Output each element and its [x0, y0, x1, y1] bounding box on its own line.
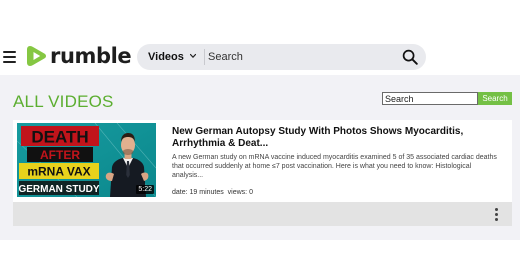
- thumbnail-line4: GERMAN STUDY: [18, 184, 99, 195]
- video-description: A new German study on mRNA vaccine induc…: [172, 154, 497, 179]
- thumbnail-line1: DEATH: [31, 128, 88, 147]
- views-label: views:: [227, 189, 248, 196]
- filter-search-button[interactable]: Search: [478, 92, 512, 105]
- search-divider: [204, 49, 205, 65]
- date-value: 19 minutes: [189, 189, 224, 196]
- search-input[interactable]: [208, 47, 394, 67]
- rumble-logo[interactable]: rumble: [27, 44, 132, 68]
- thumbnail-line3: mRNA VAX: [27, 165, 90, 179]
- main-content: ALL VIDEOS Search Search DEATH AFTER mRN…: [0, 75, 520, 240]
- vertical-dots-more-icon[interactable]: [494, 208, 500, 222]
- views-value: 0: [249, 189, 253, 196]
- brand-name: rumble: [50, 44, 132, 68]
- video-list-item: DEATH AFTER mRNA VAX GERMAN STUDY 5:22 N…: [13, 120, 512, 226]
- video-card-footer: [13, 202, 512, 226]
- hamburger-menu-icon[interactable]: [3, 51, 16, 63]
- video-meta: date: 19 minutes views: 0: [172, 188, 253, 197]
- search-bar: Videos: [137, 44, 426, 70]
- date-label: date:: [172, 189, 188, 196]
- search-category-label: Videos: [148, 51, 184, 63]
- video-duration: 5:22: [136, 185, 154, 194]
- rumble-play-logo-icon: [27, 46, 46, 66]
- top-navigation-bar: rumble Videos: [0, 0, 520, 75]
- thumbnail-line2: AFTER: [40, 148, 80, 162]
- thumbnail-artwork: DEATH AFTER mRNA VAX GERMAN STUDY: [17, 123, 156, 197]
- magnifier-search-icon[interactable]: [402, 49, 418, 65]
- page-title: ALL VIDEOS: [13, 92, 114, 111]
- search-category-dropdown[interactable]: Videos: [148, 44, 184, 70]
- video-filter-input[interactable]: [382, 92, 478, 105]
- chevron-down-icon[interactable]: [190, 53, 196, 59]
- video-thumbnail[interactable]: DEATH AFTER mRNA VAX GERMAN STUDY 5:22: [17, 123, 156, 197]
- video-title-link[interactable]: New German Autopsy Study With Photos Sho…: [172, 126, 502, 150]
